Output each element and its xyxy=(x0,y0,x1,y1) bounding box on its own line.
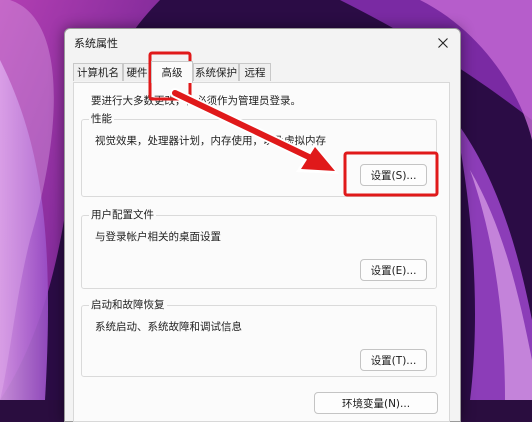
tab-computer-name[interactable]: 计算机名 xyxy=(73,63,123,81)
tab-remote[interactable]: 远程 xyxy=(239,63,271,81)
close-button[interactable] xyxy=(426,29,460,55)
admin-note: 要进行大多数更改，你必须作为管理员登录。 xyxy=(91,95,301,107)
startup-recovery-settings-button[interactable]: 设置(T)... xyxy=(360,349,427,371)
environment-variables-button[interactable]: 环境变量(N)... xyxy=(314,392,438,414)
performance-title: 性能 xyxy=(89,111,114,126)
user-profiles-description: 与登录帐户相关的桌面设置 xyxy=(95,231,221,243)
startup-recovery-group: 启动和故障恢复 系统启动、系统故障和调试信息 设置(T)... xyxy=(81,297,437,377)
performance-settings-button[interactable]: 设置(S)... xyxy=(360,164,427,186)
window-title: 系统属性 xyxy=(74,37,118,50)
tab-system-protection[interactable]: 系统保护 xyxy=(193,63,239,81)
performance-group: 性能 视觉效果，处理器计划，内存使用，以及虚拟内存 设置(S)... xyxy=(81,111,437,197)
title-bar: 系统属性 xyxy=(65,29,460,55)
startup-recovery-title: 启动和故障恢复 xyxy=(89,297,167,312)
tab-advanced[interactable]: 高级 xyxy=(151,61,193,83)
tab-hardware[interactable]: 硬件 xyxy=(123,63,151,81)
user-profiles-title: 用户配置文件 xyxy=(89,207,156,222)
startup-recovery-description: 系统启动、系统故障和调试信息 xyxy=(95,321,242,333)
system-properties-dialog: 系统属性 计算机名 硬件 高级 系统保护 远程 要进行大多数更改，你必须作为管理… xyxy=(64,28,461,422)
close-icon xyxy=(438,33,448,52)
user-profiles-settings-button[interactable]: 设置(E)... xyxy=(360,259,427,281)
advanced-tab-panel: 要进行大多数更改，你必须作为管理员登录。 性能 视觉效果，处理器计划，内存使用，… xyxy=(73,82,450,422)
performance-description: 视觉效果，处理器计划，内存使用，以及虚拟内存 xyxy=(95,135,326,147)
user-profiles-group: 用户配置文件 与登录帐户相关的桌面设置 设置(E)... xyxy=(81,207,437,289)
